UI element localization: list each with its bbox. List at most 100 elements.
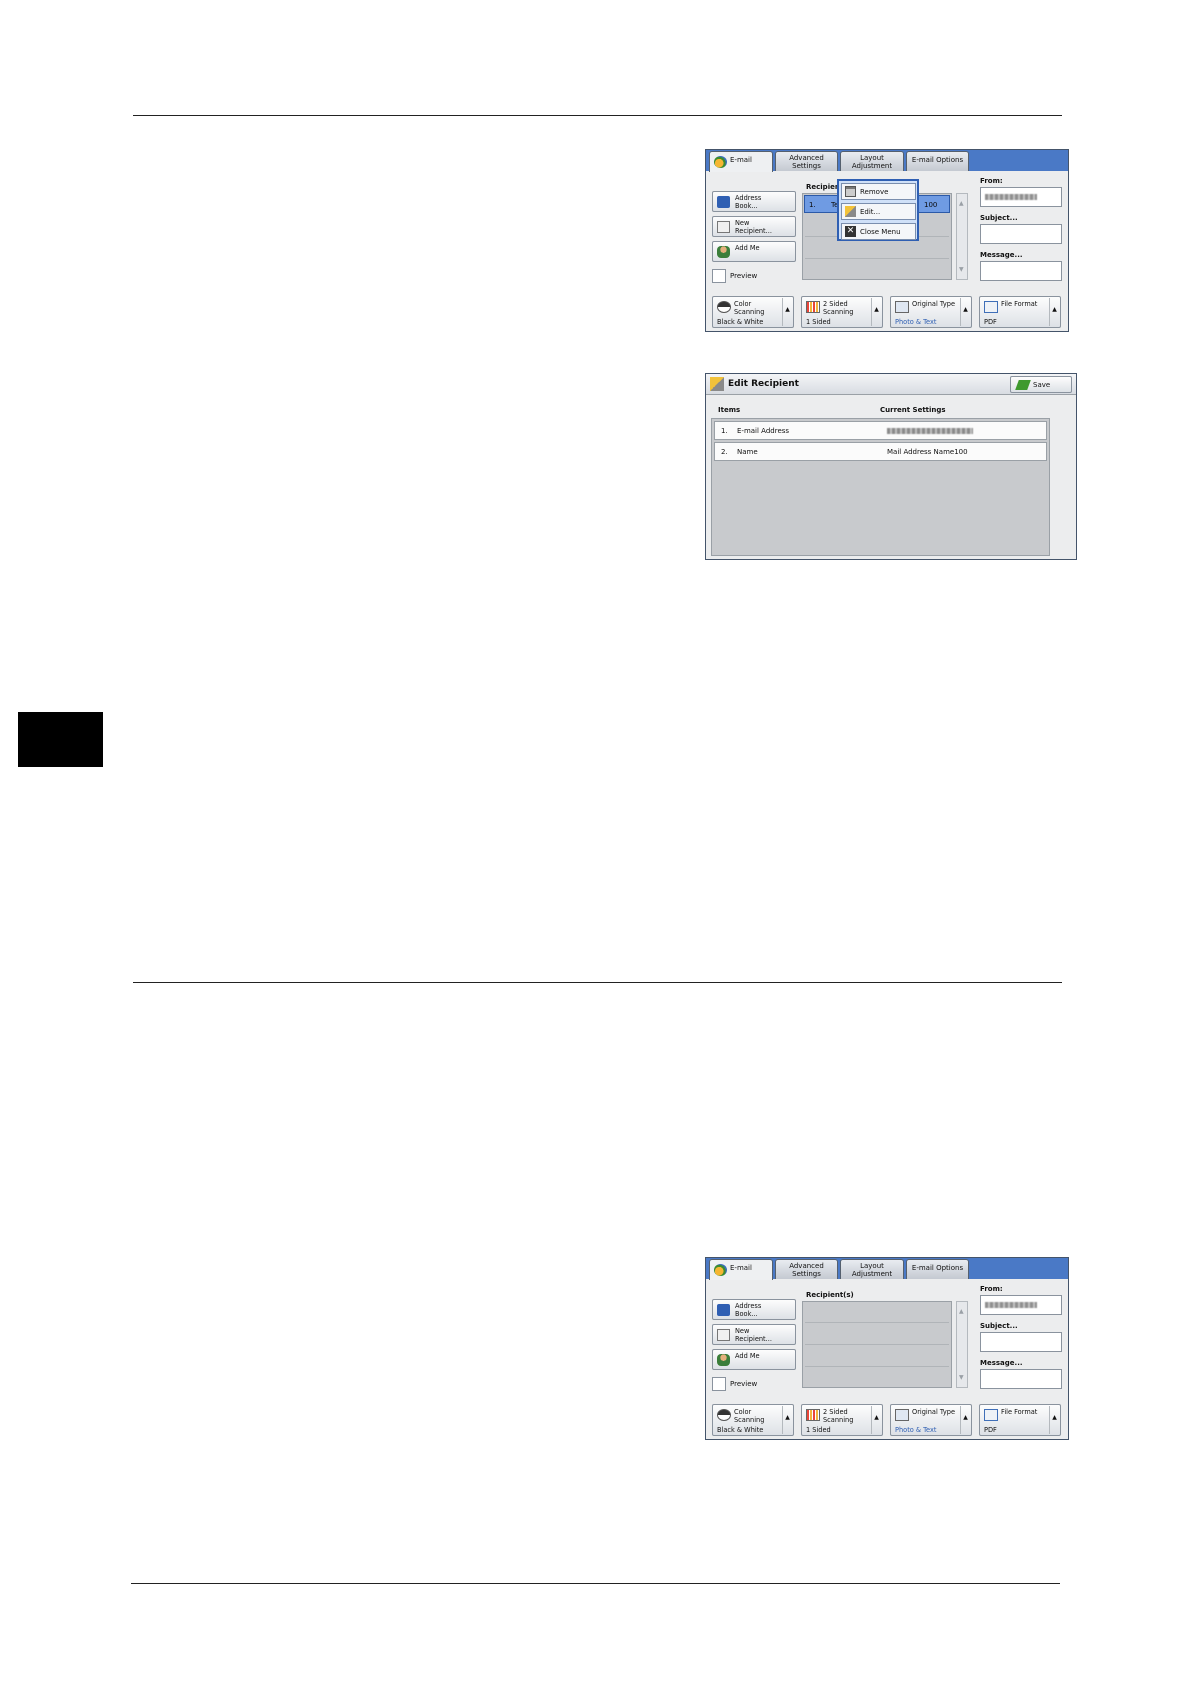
from-field[interactable]	[980, 1295, 1062, 1315]
items-header: Items	[718, 406, 741, 414]
color-mode-icon	[717, 301, 731, 313]
remove-menu-item[interactable]: Remove	[841, 183, 916, 200]
scroll-up-icon[interactable]: ▲	[871, 298, 881, 326]
recipients-label: Recipient(s)	[806, 1291, 854, 1299]
original-type-icon	[895, 301, 909, 313]
scroll-up-icon[interactable]: ▲	[959, 200, 964, 207]
file-format-icon	[984, 1409, 998, 1421]
row-divider	[805, 1344, 949, 1345]
keyboard-icon	[717, 1329, 730, 1341]
checkbox[interactable]	[712, 269, 726, 283]
address-book-icon	[717, 196, 730, 208]
subject-field[interactable]	[980, 1332, 1062, 1352]
current-settings-header: Current Settings	[880, 406, 946, 414]
color-mode-icon	[717, 1409, 731, 1421]
tab-layout-adjustment[interactable]: Layout Adjustment	[840, 151, 904, 171]
preview-checkbox[interactable]: Preview	[712, 269, 802, 283]
tab-email[interactable]: E-mail	[709, 151, 773, 172]
subject-field[interactable]	[980, 224, 1062, 244]
checkbox[interactable]	[712, 1377, 726, 1391]
chapter-tab	[18, 712, 103, 767]
message-label: Message...	[980, 1359, 1023, 1367]
edit-icon	[710, 377, 724, 391]
add-me-button[interactable]: Add Me	[712, 241, 796, 262]
from-label: From:	[980, 1285, 1003, 1293]
scroll-up-icon[interactable]: ▲	[782, 298, 792, 326]
section-rule	[133, 982, 1062, 983]
page-title: Edit Recipient	[728, 379, 799, 389]
subject-label: Subject...	[980, 214, 1018, 222]
original-type-icon	[895, 1409, 909, 1421]
top-rule	[133, 115, 1062, 116]
email-icon	[714, 1264, 727, 1276]
redacted-email	[887, 428, 973, 434]
color-scanning-button[interactable]: Color Scanning Black & White ▲	[712, 1404, 794, 1436]
redacted-email	[985, 194, 1037, 200]
two-sided-scanning-button[interactable]: 2 Sided Scanning 1 Sided ▲	[801, 1404, 883, 1436]
name-row[interactable]: 2. Name Mail Address Name100	[714, 442, 1047, 461]
recipient-scrollbar[interactable]: ▲ ▼	[956, 193, 968, 280]
file-format-button[interactable]: File Format PDF ▲	[979, 296, 1061, 328]
tab-advanced-settings[interactable]: Advanced Settings	[775, 151, 838, 171]
tab-email[interactable]: E-mail	[709, 1259, 773, 1280]
address-book-icon	[717, 1304, 730, 1316]
person-icon	[717, 1354, 730, 1366]
scroll-up-icon[interactable]: ▲	[782, 1406, 792, 1434]
tab-email-options[interactable]: E-mail Options	[906, 1259, 969, 1279]
context-menu: Remove Edit... ✕ Close Menu	[837, 179, 919, 241]
edit-recipient-screen: Edit Recipient Save Items Current Settin…	[705, 373, 1077, 560]
scroll-down-icon[interactable]: ▼	[959, 266, 964, 273]
scroll-down-icon[interactable]: ▼	[959, 1374, 964, 1381]
add-me-button[interactable]: Add Me	[712, 1349, 796, 1370]
edit-icon	[845, 206, 856, 217]
scroll-up-icon[interactable]: ▲	[1049, 298, 1059, 326]
row-divider	[805, 258, 949, 259]
keyboard-icon	[717, 221, 730, 233]
recipient-scrollbar[interactable]: ▲ ▼	[956, 1301, 968, 1388]
scroll-up-icon[interactable]: ▲	[1049, 1406, 1059, 1434]
duplex-icon	[806, 1409, 820, 1421]
new-recipient-button[interactable]: New Recipient...	[712, 216, 796, 237]
settings-list: 1. E-mail Address 2. Name Mail Address N…	[711, 418, 1050, 556]
email-screen-with-menu: E-mail Advanced Settings Layout Adjustme…	[705, 149, 1069, 332]
row-divider	[805, 1322, 949, 1323]
scroll-up-icon[interactable]: ▲	[960, 1406, 970, 1434]
person-icon	[717, 246, 730, 258]
tab-email-options[interactable]: E-mail Options	[906, 151, 969, 171]
original-type-button[interactable]: Original Type Photo & Text ▲	[890, 296, 972, 328]
edit-menu-item[interactable]: Edit...	[841, 203, 916, 220]
row-divider	[805, 1366, 949, 1367]
duplex-icon	[806, 301, 820, 313]
subject-label: Subject...	[980, 1322, 1018, 1330]
original-type-button[interactable]: Original Type Photo & Text ▲	[890, 1404, 972, 1436]
from-field[interactable]	[980, 187, 1062, 207]
file-format-button[interactable]: File Format PDF ▲	[979, 1404, 1061, 1436]
preview-checkbox[interactable]: Preview	[712, 1377, 802, 1391]
scroll-up-icon[interactable]: ▲	[871, 1406, 881, 1434]
redacted-email	[985, 1302, 1037, 1308]
message-label: Message...	[980, 251, 1023, 259]
scroll-up-icon[interactable]: ▲	[959, 1308, 964, 1315]
email-icon	[714, 156, 727, 168]
close-menu-item[interactable]: ✕ Close Menu	[841, 223, 916, 240]
message-field[interactable]	[980, 1369, 1062, 1389]
checkmark-icon	[1015, 380, 1031, 390]
color-scanning-button[interactable]: Color Scanning Black & White ▲	[712, 296, 794, 328]
from-label: From:	[980, 177, 1003, 185]
tab-layout-adjustment[interactable]: Layout Adjustment	[840, 1259, 904, 1279]
address-book-button[interactable]: Address Book...	[712, 1299, 796, 1320]
message-field[interactable]	[980, 261, 1062, 281]
trash-icon	[845, 186, 856, 197]
tab-advanced-settings[interactable]: Advanced Settings	[775, 1259, 838, 1279]
save-button[interactable]: Save	[1010, 376, 1072, 393]
email-address-row[interactable]: 1. E-mail Address	[714, 421, 1047, 440]
file-format-icon	[984, 301, 998, 313]
address-book-button[interactable]: Address Book...	[712, 191, 796, 212]
recipient-list[interactable]	[802, 1301, 952, 1388]
scroll-up-icon[interactable]: ▲	[960, 298, 970, 326]
bottom-rule	[131, 1583, 1060, 1584]
new-recipient-button[interactable]: New Recipient...	[712, 1324, 796, 1345]
close-icon: ✕	[845, 226, 856, 237]
email-screen-empty: E-mail Advanced Settings Layout Adjustme…	[705, 1257, 1069, 1440]
two-sided-scanning-button[interactable]: 2 Sided Scanning 1 Sided ▲	[801, 296, 883, 328]
